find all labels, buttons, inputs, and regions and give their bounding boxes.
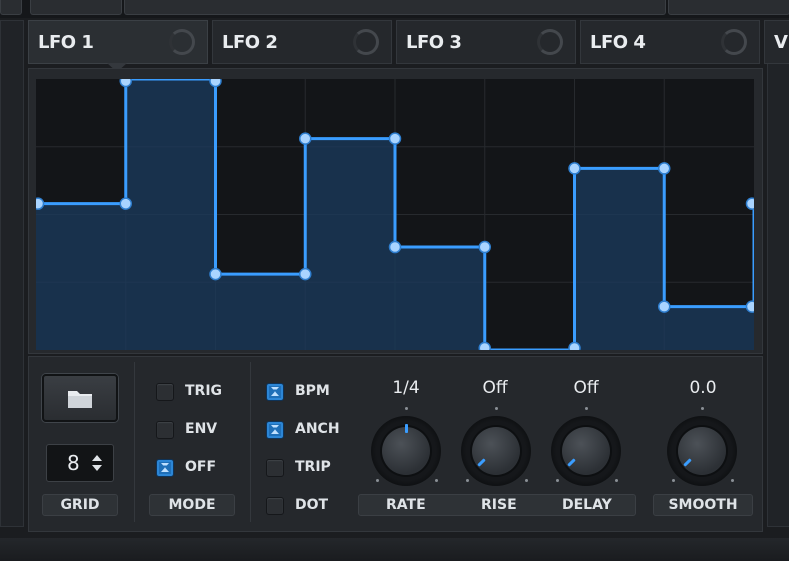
lfo-point-handle[interactable] xyxy=(745,197,755,210)
lfo-point-handle[interactable] xyxy=(119,197,132,210)
tab-lfo-1[interactable]: LFO 1 xyxy=(28,20,208,64)
rate-value: 1/4 xyxy=(392,378,420,398)
lfo-modulation-ring-icon[interactable] xyxy=(721,29,747,55)
lfo-point-handle[interactable] xyxy=(388,132,402,145)
grid-label: GRID xyxy=(42,494,118,516)
bpm-label: BPM xyxy=(295,383,330,399)
smooth-value: 0.0 xyxy=(689,378,717,398)
lfo-point-handle[interactable] xyxy=(658,300,671,313)
folder-icon xyxy=(68,391,92,408)
divider xyxy=(250,362,251,522)
rise-label: RISE xyxy=(481,497,517,513)
tab-lfo-2[interactable]: LFO 2 xyxy=(212,20,392,64)
lfo-point-handle[interactable] xyxy=(299,132,312,145)
mode-off-checkbox[interactable] xyxy=(156,459,174,477)
grid-value: 8 xyxy=(67,451,80,475)
lfo-modulation-ring-icon[interactable] xyxy=(537,29,563,55)
top-strip-block xyxy=(0,0,22,15)
lfo-modulation-ring-icon[interactable] xyxy=(353,29,379,55)
tab-lfo-4[interactable]: LFO 4 xyxy=(580,20,760,64)
tab-label: LFO 3 xyxy=(406,32,462,53)
knob-tick xyxy=(495,407,498,410)
up-down-stepper-icon[interactable] xyxy=(90,452,104,474)
tab-label: LFO 2 xyxy=(222,32,278,53)
knob-tick xyxy=(731,479,734,482)
smooth-label: SMOOTH xyxy=(653,494,753,516)
knob-cap xyxy=(678,427,726,475)
top-strip-block xyxy=(30,0,122,15)
dotted-label: DOT xyxy=(295,497,329,513)
lfo-point-handle[interactable] xyxy=(658,162,671,175)
lfo-point-handle[interactable] xyxy=(388,240,402,254)
tab-lfo-3[interactable]: LFO 3 xyxy=(396,20,576,64)
grid-stepper[interactable]: 8 xyxy=(46,444,114,482)
knob-tick xyxy=(615,479,618,482)
knob-tick xyxy=(405,407,408,410)
lfo-point-handle[interactable] xyxy=(299,267,312,281)
lfo-point-handle[interactable] xyxy=(478,341,491,351)
mode-trig-checkbox[interactable] xyxy=(156,383,174,401)
lfo-point-handle[interactable] xyxy=(209,79,222,88)
triplet-checkbox[interactable] xyxy=(266,459,284,477)
knob-tick xyxy=(701,407,704,410)
rise-value: Off xyxy=(482,378,508,398)
knob-cap xyxy=(382,427,430,475)
lfo-point-handle[interactable] xyxy=(568,162,581,175)
mode-off-label: OFF xyxy=(185,459,217,475)
lfo-modulation-ring-icon[interactable] xyxy=(169,29,195,55)
knob-tick xyxy=(672,479,675,482)
lfo-point-handle[interactable] xyxy=(745,300,755,313)
left-side-panel xyxy=(0,20,24,527)
knob-tick xyxy=(556,479,559,482)
smooth-knob[interactable] xyxy=(667,416,737,486)
lfo-point-handle[interactable] xyxy=(119,79,132,88)
knob-tick xyxy=(525,479,528,482)
mode-env-label: ENV xyxy=(185,421,218,437)
delay-knob[interactable] xyxy=(551,416,621,486)
lfo-point-handle[interactable] xyxy=(568,341,581,351)
delay-label: DELAY xyxy=(562,497,612,513)
dotted-checkbox[interactable] xyxy=(266,497,284,515)
knob-tick xyxy=(376,479,379,482)
mode-trig-label: TRIG xyxy=(185,383,223,399)
load-shape-button[interactable] xyxy=(42,374,118,422)
bpm-checkbox[interactable] xyxy=(266,383,284,401)
mode-label: MODE xyxy=(149,494,235,516)
divider xyxy=(134,362,135,522)
tab-label: LFO 4 xyxy=(590,32,646,53)
lfo-shape-editor[interactable] xyxy=(36,79,754,350)
lfo-point-handle[interactable] xyxy=(209,267,222,281)
anchor-checkbox[interactable] xyxy=(266,421,284,439)
knob-indicator xyxy=(405,424,408,433)
bottom-strip xyxy=(0,538,789,561)
knob-tick xyxy=(585,407,588,410)
knob-tick xyxy=(435,479,438,482)
rate-label: RATE xyxy=(386,497,426,513)
anchor-label: ANCH xyxy=(295,421,340,437)
tab-label: V xyxy=(774,32,788,53)
rise-knob[interactable] xyxy=(461,416,531,486)
tab-label: LFO 1 xyxy=(38,32,94,53)
top-strip-block xyxy=(124,0,666,15)
lfo-point-handle[interactable] xyxy=(478,240,491,254)
top-strip-block xyxy=(668,0,789,15)
mode-env-checkbox[interactable] xyxy=(156,421,174,439)
rate-knob[interactable] xyxy=(371,416,441,486)
knob-cap xyxy=(562,427,610,475)
knob-cap xyxy=(472,427,520,475)
knob-tick xyxy=(466,479,469,482)
right-side-panel xyxy=(767,20,789,527)
delay-value: Off xyxy=(573,378,599,398)
lfo-point-handle[interactable] xyxy=(36,197,45,210)
tab-v-partial[interactable]: V xyxy=(764,20,789,64)
triplet-label: TRIP xyxy=(295,459,331,475)
